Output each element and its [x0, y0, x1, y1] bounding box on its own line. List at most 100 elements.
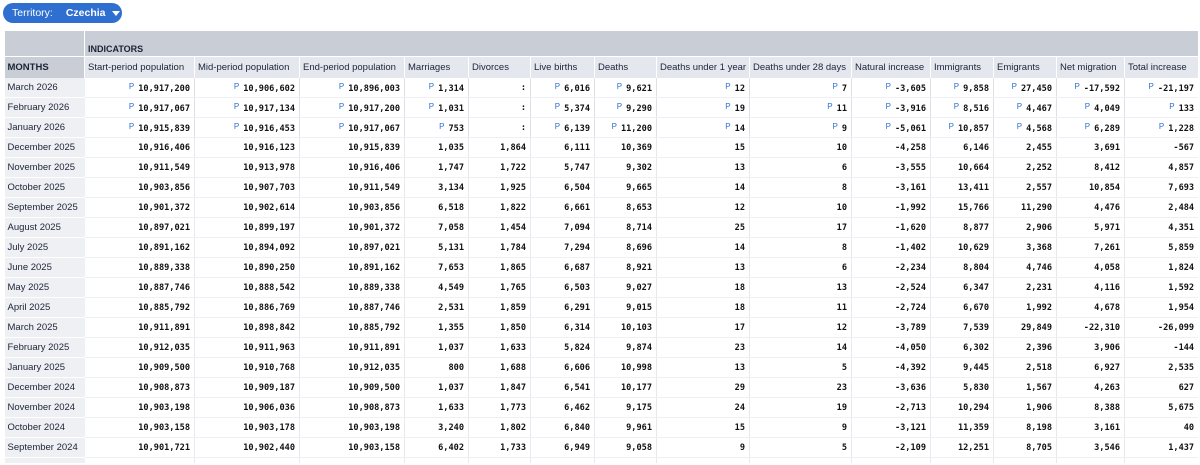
- column-header[interactable]: Total increase: [1124, 56, 1198, 78]
- table-cell: 6,504: [530, 177, 595, 198]
- data-table-container[interactable]: INDICATORS MONTHS Start-period populatio…: [4, 30, 1198, 463]
- territory-dropdown[interactable]: Territory: Czechia: [3, 3, 122, 23]
- cell-value: 10,891,162: [348, 262, 400, 273]
- table-cell: 1,567: [993, 377, 1057, 398]
- cell-value: -3,636: [894, 382, 926, 393]
- table-cell: 6,927: [1056, 357, 1125, 378]
- cell-value: 23: [836, 382, 847, 393]
- table-cell: 6,291: [530, 297, 595, 318]
- column-header[interactable]: End-period population: [299, 56, 405, 78]
- row-month-label[interactable]: August 2025: [4, 217, 85, 238]
- cell-value: 10,917,067: [138, 103, 190, 114]
- row-month-label[interactable]: October 2025: [4, 177, 85, 198]
- months-header[interactable]: MONTHS: [4, 56, 85, 78]
- cell-value: 10,894,092: [243, 242, 295, 253]
- column-header[interactable]: Divorces: [468, 56, 531, 78]
- column-header[interactable]: Emigrants: [993, 56, 1057, 78]
- table-cell: 5,824: [530, 337, 595, 358]
- table-cell: 7,564: [530, 457, 595, 463]
- table-cell: 14: [656, 457, 750, 463]
- cell-value: 2,396: [1026, 342, 1052, 353]
- table-cell: 10,909,500: [84, 357, 195, 378]
- cell-value: 23: [734, 342, 745, 353]
- row-month-label[interactable]: August 2024: [4, 457, 85, 463]
- table-cell: 10,915,839: [299, 137, 405, 158]
- table-cell: 10,889,338: [84, 257, 195, 278]
- table-cell: 10,901,372: [84, 197, 195, 218]
- table-cell: 3,691: [1056, 137, 1125, 158]
- column-header[interactable]: Deaths under 28 days: [749, 56, 852, 78]
- cell-value: :: [520, 122, 526, 133]
- cell-value: 1,454: [500, 222, 526, 233]
- cell-value: -2,234: [894, 262, 926, 273]
- cell-value: 4,857: [1168, 162, 1195, 173]
- cell-value: 1,850: [500, 322, 526, 333]
- table-cell: 8,877: [930, 217, 994, 238]
- cell-value: 10,912,035: [138, 342, 190, 353]
- cell-value: 1,802: [500, 422, 526, 433]
- cell-value: 13: [734, 362, 745, 373]
- cell-value: 10,917,134: [243, 103, 295, 114]
- cell-value: 10,911,549: [138, 162, 190, 173]
- table-cell: 6,687: [530, 257, 595, 278]
- row-month-label[interactable]: January 2026: [4, 117, 85, 138]
- cell-value: 4,263: [1094, 382, 1120, 393]
- cell-value: 9,058: [626, 442, 652, 453]
- table-cell: P 10,917,067: [84, 97, 195, 118]
- row-month-label[interactable]: May 2025: [4, 277, 85, 298]
- table-cell: 10,903,198: [84, 397, 195, 418]
- cell-value: 2,455: [1026, 142, 1052, 153]
- table-cell: P 10,857: [930, 117, 994, 138]
- cell-value: 7,094: [564, 222, 590, 233]
- column-header[interactable]: Natural increase: [851, 56, 931, 78]
- cell-value: -2,524: [894, 282, 926, 293]
- cell-value: 10,917,200: [138, 83, 190, 94]
- column-header[interactable]: Deaths under 1 year: [656, 56, 750, 78]
- row-month-label[interactable]: April 2025: [4, 297, 85, 318]
- table-cell: 12: [749, 317, 852, 338]
- table-cell: 6,402: [404, 437, 469, 458]
- column-header[interactable]: Net migration: [1056, 56, 1125, 78]
- cell-value: 10,910,768: [243, 362, 295, 373]
- table-cell: -3,121: [851, 417, 931, 438]
- table-cell: 4,116: [1056, 277, 1125, 298]
- indicators-header[interactable]: INDICATORS: [83, 30, 1198, 57]
- row-month-label[interactable]: December 2025: [4, 137, 85, 158]
- row-month-label[interactable]: February 2026: [4, 97, 85, 118]
- table-cell: 15: [656, 137, 750, 158]
- row-month-label[interactable]: January 2025: [4, 357, 85, 378]
- table-cell: P 8,516: [930, 97, 994, 118]
- table-cell: P 1,228: [1124, 117, 1198, 138]
- row-month-label[interactable]: September 2025: [4, 197, 85, 218]
- row-month-label[interactable]: October 2024: [4, 417, 85, 438]
- column-header[interactable]: Live births: [530, 56, 595, 78]
- table-cell: 1,037: [404, 337, 469, 358]
- column-header[interactable]: Mid-period population: [194, 56, 300, 78]
- cell-value: 9,874: [626, 342, 652, 353]
- row-month-label[interactable]: November 2024: [4, 397, 85, 418]
- row-month-label[interactable]: March 2026: [4, 78, 85, 98]
- table-row: May 2025 10,887,746 10,888,542 10,889,338 4,…: [4, 277, 1198, 298]
- cell-value: -21,197: [1157, 83, 1195, 94]
- row-month-label[interactable]: November 2025: [4, 157, 85, 178]
- table-cell: 2,484: [1124, 197, 1198, 218]
- cell-value: 3,161: [1094, 422, 1120, 433]
- table-cell: 13: [656, 357, 750, 378]
- cell-value: 10,897,021: [348, 242, 400, 253]
- column-header[interactable]: Start-period population: [84, 56, 195, 78]
- row-month-label[interactable]: September 2024: [4, 437, 85, 458]
- table-cell: -4,050: [851, 337, 931, 358]
- row-month-label[interactable]: February 2025: [4, 337, 85, 358]
- row-month-label[interactable]: July 2025: [4, 237, 85, 258]
- cell-value: 1,314: [438, 83, 464, 94]
- row-month-label[interactable]: June 2025: [4, 257, 85, 278]
- row-month-label[interactable]: March 2025: [4, 317, 85, 338]
- cell-value: 10,903,158: [138, 422, 190, 433]
- column-header[interactable]: Deaths: [594, 56, 657, 78]
- row-month-label[interactable]: December 2024: [4, 377, 85, 398]
- table-cell: 10: [749, 197, 852, 218]
- column-header[interactable]: Immigrants: [930, 56, 994, 78]
- column-header[interactable]: Marriages: [404, 56, 469, 78]
- cell-value: 2,496: [1026, 463, 1052, 464]
- table-cell: -22,310: [1056, 317, 1125, 338]
